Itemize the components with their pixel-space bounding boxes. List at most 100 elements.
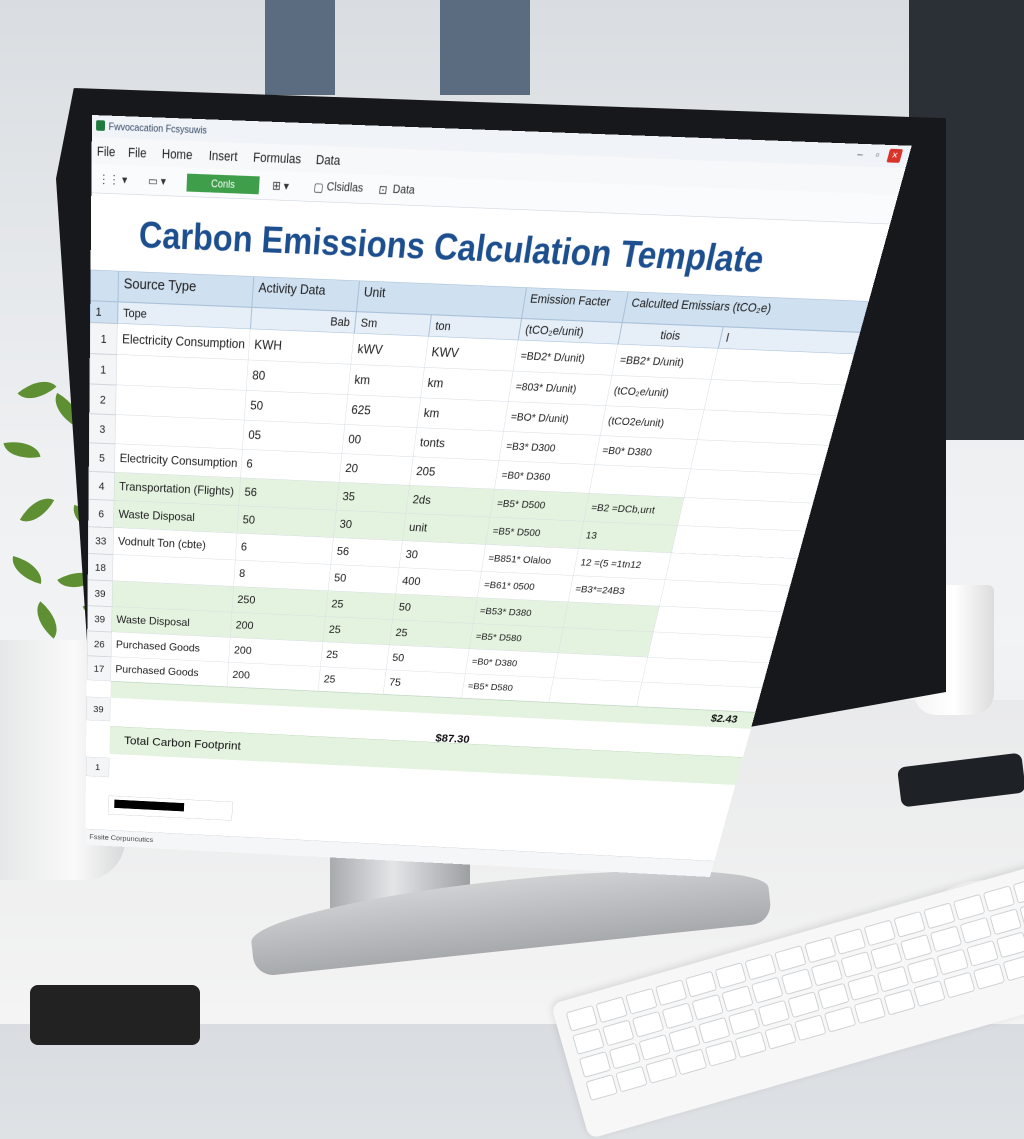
cell-b[interactable]: 25 bbox=[325, 590, 396, 620]
keyboard-key bbox=[602, 1019, 635, 1047]
cell-b[interactable]: km bbox=[348, 364, 425, 399]
cell-calc[interactable]: =B3*=24B3 bbox=[568, 575, 666, 607]
cell-c[interactable]: tonts bbox=[413, 427, 504, 461]
cell-factor[interactable]: =B5* D500 bbox=[490, 489, 590, 522]
cell-c[interactable]: unit bbox=[402, 513, 491, 545]
menu-data[interactable]: Data bbox=[315, 152, 341, 169]
menu-home[interactable]: Home bbox=[162, 146, 193, 163]
row-number[interactable]: 33 bbox=[87, 526, 114, 555]
cell-b[interactable]: 30 bbox=[333, 510, 407, 541]
toolbar-item-2[interactable]: Data bbox=[392, 183, 415, 198]
cell-calc[interactable]: (tCO₂e/unit) bbox=[606, 375, 712, 411]
chart-icon[interactable]: ⊡ bbox=[378, 182, 388, 197]
keyboard-key bbox=[727, 1008, 761, 1036]
row-number[interactable]: 39 bbox=[86, 696, 111, 722]
row-number[interactable]: 26 bbox=[87, 630, 112, 657]
sheet-heading: Carbon Emissions Calculation Template bbox=[138, 213, 769, 281]
row-number[interactable]: 1 bbox=[89, 353, 117, 386]
keyboard-key bbox=[817, 982, 850, 1010]
row-number[interactable]: 18 bbox=[87, 553, 114, 581]
cell-b[interactable]: 25 bbox=[318, 666, 387, 695]
cell-b[interactable]: kWV bbox=[351, 333, 429, 368]
cell-a[interactable]: 50 bbox=[237, 506, 337, 538]
cell-calc[interactable]: =B0* D380 bbox=[594, 435, 698, 470]
cell-c[interactable]: 30 bbox=[399, 540, 486, 572]
menu-file-2[interactable]: File bbox=[128, 145, 147, 161]
table-icon[interactable]: ⊞ ▾ bbox=[272, 178, 290, 194]
header-activity-data[interactable]: Activity Data bbox=[251, 276, 360, 312]
cell-factor[interactable]: =B851* Olaloo bbox=[481, 544, 579, 576]
keyboard-key bbox=[734, 1031, 767, 1059]
cell-b[interactable]: 50 bbox=[328, 564, 400, 595]
cell-a[interactable]: 6 bbox=[240, 449, 343, 483]
cell-factor[interactable]: =803* D/unit) bbox=[508, 371, 613, 406]
keyboard-key bbox=[691, 993, 724, 1021]
doc-icon[interactable]: ▢ bbox=[313, 180, 324, 195]
cell-b[interactable]: 35 bbox=[336, 482, 410, 514]
row-number[interactable]: 5 bbox=[88, 442, 116, 473]
row-number[interactable]: 17 bbox=[86, 655, 112, 682]
cell-a[interactable]: 56 bbox=[238, 478, 340, 511]
keyboard-key bbox=[847, 974, 880, 1002]
window-icon[interactable]: ▭ ▾ bbox=[148, 173, 166, 189]
cell-calc[interactable]: =B2 =DCb,urıt bbox=[583, 493, 685, 526]
cell-c[interactable]: 25 bbox=[389, 619, 474, 649]
keyboard-key bbox=[989, 908, 1022, 936]
cell-factor[interactable]: =BD2* D/unit) bbox=[513, 340, 619, 376]
keyboard-key bbox=[943, 971, 976, 999]
row-number[interactable]: 3 bbox=[88, 413, 116, 444]
row-number[interactable]: 4 bbox=[88, 471, 115, 501]
cell-calc[interactable]: 12 =(5 =1tn12 bbox=[573, 548, 672, 580]
status-text: Fssite Corpuncutics bbox=[89, 832, 154, 844]
toolbar-item-1[interactable]: Clsidlas bbox=[326, 180, 364, 195]
restore-icon[interactable]: ▫ bbox=[869, 148, 886, 162]
cell-b[interactable]: 625 bbox=[345, 394, 421, 428]
cell-b[interactable]: 00 bbox=[342, 424, 418, 457]
keyboard-key bbox=[794, 1014, 827, 1042]
cell-c[interactable]: 50 bbox=[386, 645, 470, 674]
cell-calc[interactable]: =BB2* D/unit) bbox=[612, 344, 719, 380]
menu-insert[interactable]: Insert bbox=[208, 148, 238, 165]
cell-factor[interactable]: =B5* D500 bbox=[485, 517, 584, 549]
subheader-sm: Sm bbox=[354, 311, 432, 337]
menu-file-1[interactable]: File bbox=[97, 144, 116, 160]
cell-factor[interactable]: =BO* D/unit) bbox=[503, 401, 607, 436]
cell-a[interactable]: 80 bbox=[246, 360, 352, 395]
cell-c[interactable]: 75 bbox=[383, 670, 466, 699]
row-number[interactable]: 2 bbox=[89, 383, 117, 415]
close-icon[interactable]: × bbox=[886, 148, 904, 163]
cell-factor[interactable]: =B61* 0500 bbox=[477, 571, 574, 603]
cell-a[interactable]: 05 bbox=[242, 420, 346, 454]
row-number[interactable]: 1 bbox=[89, 322, 118, 355]
cell-c[interactable]: 205 bbox=[409, 456, 500, 490]
cell-factor[interactable]: =B0* D360 bbox=[494, 460, 595, 494]
cell-a[interactable]: KWH bbox=[248, 329, 355, 365]
header-corner bbox=[90, 269, 119, 302]
header-emission-factor[interactable]: Emission Facter bbox=[521, 287, 629, 323]
cell-b[interactable]: 25 bbox=[320, 642, 390, 671]
row-number[interactable]: 39 bbox=[87, 579, 113, 607]
row-number[interactable]: 1 bbox=[85, 756, 110, 778]
cell-factor[interactable]: =B3* D300 bbox=[499, 431, 601, 465]
cell-calc[interactable] bbox=[589, 464, 691, 498]
cell-c[interactable]: 50 bbox=[392, 594, 478, 624]
minimize-icon[interactable]: – bbox=[852, 147, 868, 161]
menu-formulas[interactable]: Formulas bbox=[253, 149, 302, 167]
cell-c[interactable]: km bbox=[417, 398, 509, 432]
row-number[interactable]: 6 bbox=[88, 499, 115, 528]
cell-b[interactable]: 25 bbox=[323, 616, 393, 646]
keyboard-key bbox=[698, 1016, 731, 1044]
keyboard-key bbox=[565, 1004, 599, 1032]
toolbar-green-button[interactable]: Conls bbox=[186, 173, 260, 195]
cell-calc[interactable]: (tCO2e/unit) bbox=[600, 405, 705, 440]
cell-c[interactable]: 400 bbox=[395, 567, 482, 598]
cell-calc[interactable]: 13 bbox=[578, 521, 678, 554]
grid-icon[interactable]: ⋮⋮ ▾ bbox=[99, 171, 128, 187]
cell-b[interactable]: 56 bbox=[330, 537, 403, 568]
cell-c[interactable]: km bbox=[420, 367, 514, 402]
cell-a[interactable]: 50 bbox=[244, 390, 349, 425]
cell-c[interactable]: 2ds bbox=[406, 485, 495, 518]
row-number[interactable]: 39 bbox=[87, 605, 113, 633]
cell-b[interactable]: 20 bbox=[339, 453, 414, 486]
cell-c[interactable]: KWV bbox=[424, 336, 519, 372]
